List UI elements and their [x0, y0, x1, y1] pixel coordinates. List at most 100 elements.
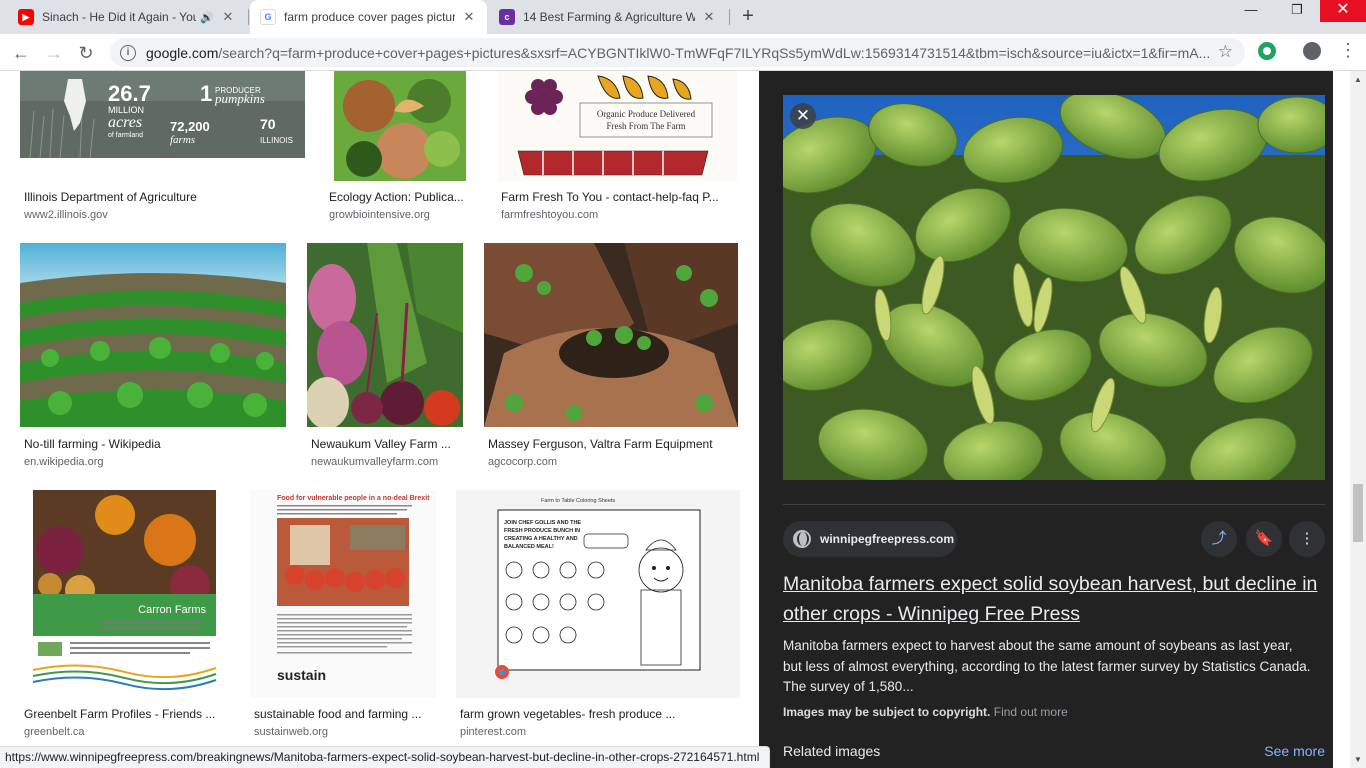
svg-text:Fresh From The Farm: Fresh From The Farm [606, 121, 685, 131]
hands-holding-seedlings[interactable] [484, 243, 738, 427]
svg-text:Farm to Table Coloring Sheets: Farm to Table Coloring Sheets [541, 498, 615, 504]
result-caption[interactable]: Newaukum Valley Farm ... [311, 437, 463, 451]
svg-text:72,200: 72,200 [170, 119, 210, 134]
status-bar-url: https://www.winnipegfreepress.com/breaki… [0, 746, 770, 768]
close-tab-icon[interactable]: ✕ [461, 9, 477, 25]
soybean-plants-photo[interactable] [783, 95, 1325, 480]
potatoes-beets-greens[interactable] [307, 243, 463, 427]
address-bar[interactable]: i google.com/search?q=farm+produce+cover… [110, 38, 1245, 67]
sustain-brexit-report[interactable]: Food for vulnerable people in a no-deal … [250, 490, 436, 698]
bookmark-star-icon[interactable]: ☆ [1218, 42, 1233, 62]
scroll-down-arrow-icon[interactable]: ▼ [1354, 755, 1362, 764]
close-preview-icon[interactable]: ✕ [790, 103, 816, 129]
restore-button[interactable]: ❐ [1274, 0, 1320, 22]
result-card[interactable]: Carron Farms Greenbelt Farm Profiles - F… [20, 490, 230, 750]
find-out-more-link[interactable]: Find out more [994, 705, 1068, 719]
result-caption[interactable]: Ecology Action: Publica... [329, 190, 474, 204]
tab-divider [729, 9, 730, 25]
result-card[interactable]: Massey Ferguson, Valtra Farm Equipment a… [484, 243, 738, 473]
result-caption[interactable]: farm grown vegetables- fresh produce ... [460, 707, 740, 721]
extension-icon[interactable] [1258, 42, 1276, 60]
back-arrow-icon[interactable]: ← [8, 40, 34, 66]
organic-produce-delivered[interactable]: Organic Produce Delivered Fresh From The… [498, 71, 737, 181]
result-card[interactable]: Ecology Action: Publica... growbiointens… [325, 71, 475, 221]
result-caption[interactable]: Farm Fresh To You - contact-help-faq P..… [501, 190, 736, 204]
panel-divider [783, 504, 1325, 505]
svg-text:CREATING A HEALTHY AND: CREATING A HEALTHY AND [504, 536, 578, 542]
google-icon: G [260, 9, 276, 25]
copyright-text: Images may be subject to copyright. [783, 705, 991, 719]
tab-title: Sinach - He Did it Again - YouTube [42, 10, 197, 24]
result-card[interactable]: 26.7 MILLION acres of farmland 1 PRODUCE… [20, 71, 305, 221]
see-more-link[interactable]: See more [1264, 743, 1325, 759]
source-link[interactable]: winnipegfreepress.com [783, 521, 957, 557]
no-till-field[interactable] [20, 243, 286, 427]
scrollbar-thumb[interactable] [1353, 484, 1363, 542]
browser-menu-icon[interactable]: ⋮ [1339, 40, 1357, 61]
result-caption[interactable]: No-till farming - Wikipedia [24, 437, 286, 451]
result-card[interactable]: Organic Produce Delivered Fresh From The… [497, 71, 737, 221]
tab-google-search[interactable]: G farm produce cover pages pictures - Go… [250, 0, 487, 34]
reload-icon[interactable]: ↻ [73, 40, 99, 66]
result-site: sustainweb.org [254, 726, 328, 738]
preview-title-link[interactable]: Manitoba farmers expect solid soybean ha… [783, 569, 1325, 629]
tab-strip: ▶ Sinach - He Did it Again - YouTube 🔊 ✕… [0, 0, 1366, 34]
colorlib-icon: c [499, 9, 515, 25]
svg-text:of farmland: of farmland [108, 132, 143, 139]
result-card[interactable]: Farm to Table Coloring Sheets JOIN CHEF … [456, 490, 740, 750]
speaker-icon[interactable]: 🔊 [200, 11, 214, 24]
scroll-up-arrow-icon[interactable]: ▲ [1354, 75, 1362, 84]
copyright-notice: Images may be subject to copyright. Find… [783, 705, 1068, 719]
forward-arrow-icon[interactable]: → [41, 40, 67, 66]
result-card[interactable]: Food for vulnerable people in a no-deal … [250, 490, 436, 750]
tab-youtube[interactable]: ▶ Sinach - He Did it Again - YouTube 🔊 ✕ [8, 0, 246, 34]
more-options-icon[interactable]: ⋮ [1289, 521, 1325, 557]
browser-toolbar: ← → ↻ i google.com/search?q=farm+produce… [0, 34, 1366, 71]
result-site: greenbelt.ca [24, 726, 85, 738]
page-scrollbar[interactable]: ▲ ▼ [1350, 71, 1366, 768]
tab-colorlib[interactable]: c 14 Best Farming & Agriculture Website … [489, 0, 727, 34]
close-window-button[interactable]: ✕ [1320, 0, 1366, 22]
farm-to-table-coloring-sheet[interactable]: Farm to Table Coloring Sheets JOIN CHEF … [456, 490, 740, 698]
tab-title: 14 Best Farming & Agriculture Website Te… [523, 10, 695, 24]
result-site: www2.illinois.gov [24, 209, 108, 221]
minimize-button[interactable]: — [1228, 0, 1274, 22]
result-caption[interactable]: Greenbelt Farm Profiles - Friends ... [24, 707, 230, 721]
tab-title: farm produce cover pages pictures - Goog… [284, 10, 455, 24]
result-caption[interactable]: Illinois Department of Agriculture [24, 190, 304, 204]
youtube-icon: ▶ [18, 9, 34, 25]
result-caption[interactable]: Massey Ferguson, Valtra Farm Equipment [488, 437, 738, 451]
new-tab-button[interactable]: + [737, 5, 759, 27]
image-results-grid: 26.7 MILLION acres of farmland 1 PRODUCE… [0, 71, 758, 768]
url-path: /search?q=farm+produce+cover+pages+pictu… [218, 44, 1211, 61]
svg-text:Organic Produce Delivered: Organic Produce Delivered [597, 109, 696, 119]
result-site: farmfreshtoyou.com [501, 209, 599, 221]
profile-avatar-icon[interactable] [1303, 42, 1321, 60]
carron-farms-cover[interactable]: Carron Farms [20, 490, 230, 698]
url-domain: google.com [146, 44, 219, 61]
close-tab-icon[interactable]: ✕ [220, 9, 236, 25]
site-info-icon[interactable]: i [120, 44, 136, 61]
globe-icon [793, 530, 811, 548]
svg-text:sustain: sustain [277, 667, 326, 683]
illinois-farmland-infographic[interactable]: 26.7 MILLION acres of farmland 1 PRODUCE… [20, 71, 305, 158]
svg-text:pumpkins: pumpkins [214, 91, 265, 106]
svg-text:farms: farms [170, 134, 195, 146]
svg-text:ILLINOIS: ILLINOIS [260, 136, 293, 145]
result-site: en.wikipedia.org [24, 456, 104, 468]
svg-text:FRESH PRODUCE BUNCH IN: FRESH PRODUCE BUNCH IN [504, 528, 580, 534]
preview-description: Manitoba farmers expect to harvest about… [783, 638, 1311, 694]
result-site: growbiointensive.org [329, 209, 430, 221]
result-site: newaukumvalleyfarm.com [311, 456, 439, 468]
result-caption[interactable]: sustainable food and farming ... [254, 707, 436, 721]
svg-text:1: 1 [200, 81, 212, 106]
result-site: pinterest.com [460, 726, 527, 738]
source-domain: winnipegfreepress.com [820, 532, 955, 546]
result-card[interactable]: No-till farming - Wikipedia en.wikipedia… [20, 243, 286, 473]
close-tab-icon[interactable]: ✕ [701, 9, 717, 25]
save-bookmark-icon[interactable]: 🔖 [1246, 521, 1282, 557]
result-card[interactable]: Newaukum Valley Farm ... newaukumvalleyf… [307, 243, 463, 473]
ecology-action-cover[interactable] [334, 71, 466, 181]
share-icon[interactable]: ⤴ [1201, 521, 1237, 557]
related-images-heading: Related images [783, 743, 881, 759]
